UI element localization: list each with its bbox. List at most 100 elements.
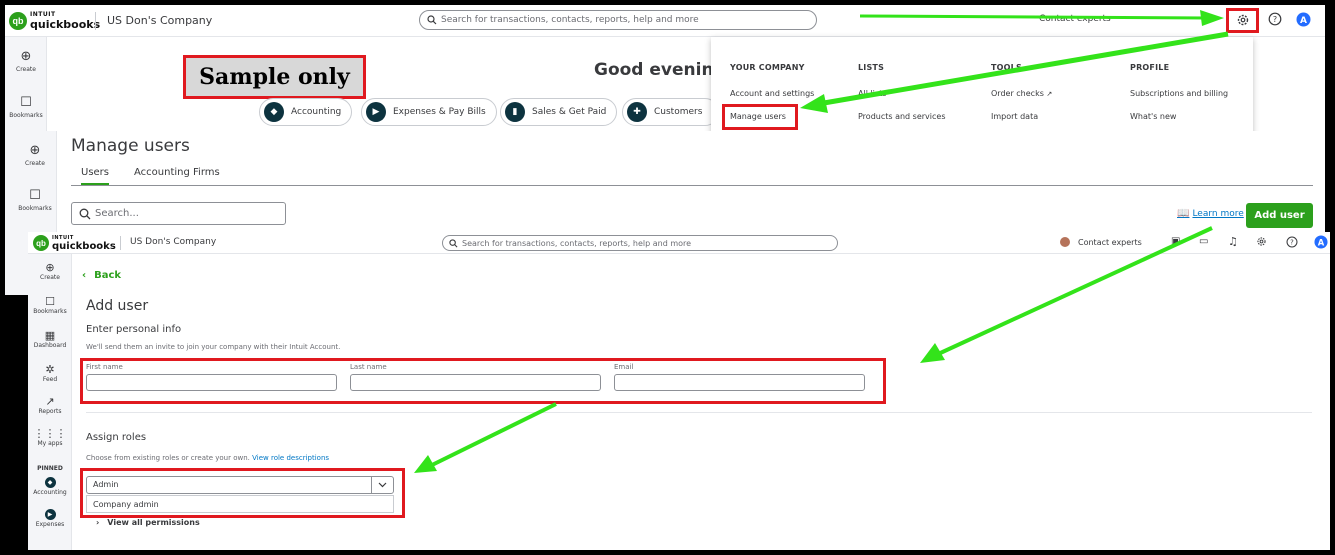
learn-more-label: Learn more — [1192, 208, 1244, 219]
personal-info-note: We'll send them an invite to join your c… — [86, 343, 341, 351]
nav-create[interactable]: ⊕ Create — [13, 143, 57, 167]
dashboard-icon: ▦ — [44, 329, 56, 342]
top-bar: qb INTUIT quickbooks US Don's Company Se… — [28, 232, 1330, 254]
contact-experts-link[interactable]: Contact experts — [1060, 237, 1142, 247]
help-icon[interactable]: ? — [1286, 236, 1298, 248]
nav-dashboard-label: Dashboard — [33, 342, 67, 349]
menu-order-checks[interactable]: Order checks ↗ — [991, 89, 1052, 98]
tab-users[interactable]: Users — [81, 167, 110, 185]
nav-create[interactable]: ⊕ Create — [28, 261, 72, 282]
quickbooks-wordmark: quickbooks — [52, 241, 116, 252]
menu-heading-lists: LISTS — [858, 63, 885, 72]
left-navigation: ⊕ Create ☐ Bookmarks ▦ Dashboard ✲ Feed … — [28, 254, 72, 550]
accounting-icon: ◆ — [44, 477, 56, 488]
left-navigation: ⊕ Create ☐ Bookmarks — [13, 131, 57, 235]
contact-experts-label: Contact experts — [1039, 14, 1111, 24]
contact-experts-link[interactable]: Contact experts — [1039, 14, 1111, 24]
view-role-descriptions-link[interactable]: View role descriptions — [252, 454, 329, 462]
menu-import-data[interactable]: Import data — [991, 112, 1038, 121]
gear-icon[interactable] — [1256, 236, 1267, 247]
nav-create[interactable]: ⊕ Create — [5, 49, 47, 73]
global-search-input[interactable]: Search for transactions, contacts, repor… — [419, 10, 817, 30]
nav-bookmarks[interactable]: ☐ Bookmarks — [5, 95, 47, 119]
svg-text:A: A — [1300, 16, 1307, 26]
nav-my-apps[interactable]: ⋮⋮⋮ My apps — [28, 427, 72, 448]
nav-accounting[interactable]: ◆ Accounting — [28, 477, 72, 496]
plus-circle-icon: ⊕ — [45, 261, 55, 274]
nav-reports[interactable]: ↗ Reports — [28, 395, 72, 416]
back-link[interactable]: ‹ Back — [82, 270, 121, 281]
company-name: US Don's Company — [107, 14, 213, 27]
menu-subscriptions-and-billing[interactable]: Subscriptions and billing — [1130, 89, 1228, 98]
nav-my-apps-label: My apps — [37, 440, 63, 447]
qb-mark: qb — [33, 235, 49, 251]
global-search-input[interactable]: Search for transactions, contacts, repor… — [442, 235, 838, 251]
quickbooks-logo[interactable]: qb INTUIT quickbooks — [33, 234, 116, 252]
pinned-heading: PINNED — [37, 465, 63, 472]
highlight-manage-users — [722, 104, 798, 130]
search-icon — [427, 15, 437, 25]
reports-icon: ↗ — [45, 395, 55, 408]
tab-underline — [71, 185, 1313, 186]
svg-text:?: ? — [1290, 239, 1294, 247]
sample-only-label: Sample only — [183, 55, 366, 99]
svg-text:A: A — [1318, 237, 1325, 247]
bookmark-icon: ☐ — [29, 188, 41, 203]
section-divider — [86, 412, 1312, 413]
nav-bookmarks[interactable]: ☐ Bookmarks — [28, 295, 72, 316]
chevron-left-icon: ‹ — [82, 270, 87, 281]
menu-heading-your-company: YOUR COMPANY — [730, 63, 805, 72]
quickbooks-wordmark: quickbooks — [30, 18, 101, 31]
chat-icon[interactable]: ▭ — [1199, 236, 1208, 247]
nav-create-label: Create — [40, 274, 60, 281]
pill-accounting[interactable]: ◆ Accounting — [259, 98, 353, 126]
help-icon[interactable]: ? — [1268, 12, 1282, 26]
plus-circle-icon: ⊕ — [20, 49, 32, 64]
nav-expenses[interactable]: ▶ Expenses — [28, 509, 72, 528]
menu-heading-profile: PROFILE — [1130, 63, 1170, 72]
pill-label: Sales & Get Paid — [532, 107, 607, 117]
learn-more-link[interactable]: 📖 Learn more — [1177, 208, 1244, 219]
menu-whats-new[interactable]: What's new — [1130, 112, 1176, 121]
bookmark-icon: ☐ — [45, 295, 55, 308]
contact-experts-label: Contact experts — [1078, 237, 1142, 247]
nav-create-label: Create — [25, 160, 45, 167]
menu-products-and-services[interactable]: Products and services — [858, 112, 946, 121]
nav-accounting-label: Accounting — [33, 489, 67, 496]
pill-label: Customers — [654, 107, 703, 117]
menu-account-and-settings[interactable]: Account and settings — [730, 89, 814, 98]
expert-avatar-icon — [1060, 237, 1070, 247]
bell-icon[interactable]: ♫ — [1228, 235, 1238, 248]
tab-accounting-firms[interactable]: Accounting Firms — [134, 167, 220, 178]
qb-mark: qb — [9, 11, 27, 30]
nav-reports-label: Reports — [38, 408, 62, 415]
company-name: US Don's Company — [130, 237, 217, 247]
pill-label: Expenses & Pay Bills — [393, 107, 486, 117]
chevron-right-icon: › — [96, 518, 100, 527]
nav-create-label: Create — [16, 66, 36, 73]
pill-customers[interactable]: ✚ Customers — [622, 98, 720, 126]
assign-roles-note: Choose from existing roles or create you… — [86, 454, 329, 462]
users-search-input[interactable]: Search... — [71, 202, 286, 225]
nav-bookmarks[interactable]: ☐ Bookmarks — [13, 188, 57, 212]
plus-circle-icon: ⊕ — [29, 143, 41, 158]
account-avatar-icon[interactable]: A — [1314, 235, 1328, 249]
quickbooks-logo[interactable]: qb INTUIT quickbooks — [9, 11, 100, 30]
clipboard-icon[interactable]: ▣ — [1171, 236, 1180, 247]
divider — [95, 12, 96, 30]
expenses-icon: ▶ — [366, 102, 386, 122]
accounting-icon: ◆ — [264, 102, 284, 122]
menu-all-lists[interactable]: All lists — [858, 89, 886, 98]
account-avatar-icon[interactable]: A — [1296, 12, 1311, 27]
personal-info-heading: Enter personal info — [86, 324, 182, 335]
nav-dashboard[interactable]: ▦ Dashboard — [28, 329, 72, 350]
nav-expenses-label: Expenses — [35, 521, 65, 528]
pill-sales[interactable]: ▮ Sales & Get Paid — [500, 98, 618, 126]
back-label: Back — [94, 270, 122, 281]
nav-feed[interactable]: ✲ Feed — [28, 364, 72, 384]
pill-expenses[interactable]: ▶ Expenses & Pay Bills — [361, 98, 497, 126]
sales-icon: ▮ — [505, 102, 525, 122]
search-icon — [449, 238, 458, 248]
view-all-permissions-toggle[interactable]: › View all permissions — [96, 518, 200, 527]
apps-grid-icon: ⋮⋮⋮ — [33, 427, 67, 440]
